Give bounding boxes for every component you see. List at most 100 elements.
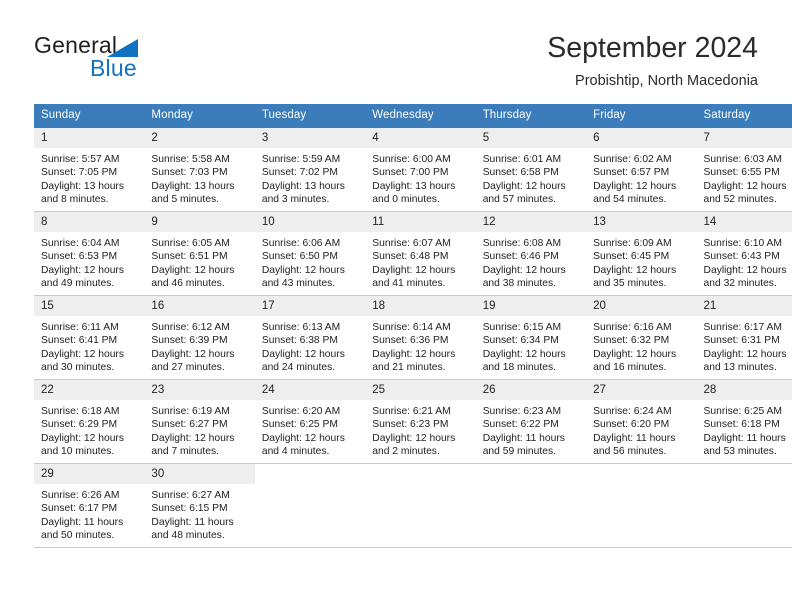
day-sunrise-text: Sunrise: 6:15 AM	[482, 322, 562, 333]
day-sunset-text: Sunset: 6:27 PM	[151, 419, 228, 431]
day-daylight-line1-text: Daylight: 12 hours	[593, 348, 677, 360]
day-details: Sunrise: 6:02 AM Sunset: 6:57 PM Daylight:…	[586, 148, 696, 207]
calendar-day-cell[interactable]: 4 Sunrise: 6:00 AM Sunset: 7:00 PM Daylight…	[365, 127, 476, 212]
day-daylight-line1-text: Daylight: 12 hours	[151, 432, 235, 444]
day-sunrise-text: Sunrise: 6:05 AM	[151, 238, 230, 249]
calendar-week-row: 15 Sunrise: 6:11 AM Sunset: 6:41 PM Dayligh…	[34, 295, 792, 380]
day-details: Sunrise: 6:14 AM Sunset: 6:36 PM Daylight:…	[365, 316, 475, 375]
calendar-day-cell[interactable]: 12 Sunrise: 6:08 AM Sunset: 6:46 PM Dayligh…	[475, 211, 587, 296]
day-sunset-text: Sunset: 6:50 PM	[261, 251, 338, 263]
day-daylight-line1-text: Daylight: 12 hours	[372, 432, 456, 444]
calendar-day-cell[interactable]: 9 Sunrise: 6:05 AM Sunset: 6:51 PM Daylight…	[144, 211, 255, 296]
day-sunrise-text: Sunrise: 6:10 AM	[703, 238, 782, 249]
day-daylight-line1-text: Daylight: 11 hours	[703, 432, 786, 444]
calendar-day-cell-empty	[475, 463, 587, 548]
day-sunrise-text: Sunrise: 5:58 AM	[151, 154, 230, 165]
calendar-page: General Blue September 2024 Probishtip, …	[0, 0, 792, 612]
day-sunrise-text: Sunrise: 6:03 AM	[703, 154, 782, 165]
calendar-day-cell[interactable]: 17 Sunrise: 6:13 AM Sunset: 6:38 PM Dayligh…	[254, 295, 366, 380]
day-number: 21	[696, 296, 792, 316]
day-details: Sunrise: 6:10 AM Sunset: 6:43 PM Daylight:…	[697, 232, 792, 291]
calendar-day-cell[interactable]: 14 Sunrise: 6:10 AM Sunset: 6:43 PM Dayligh…	[696, 211, 792, 296]
day-details: Sunrise: 6:01 AM Sunset: 6:58 PM Daylight:…	[476, 148, 586, 207]
day-number: 22	[34, 380, 145, 400]
calendar-day-cell[interactable]: 20 Sunrise: 6:16 AM Sunset: 6:32 PM Dayligh…	[586, 295, 697, 380]
day-sunset-text: Sunset: 6:45 PM	[593, 251, 670, 263]
calendar-day-cell[interactable]: 29 Sunrise: 6:26 AM Sunset: 6:17 PM Dayligh…	[34, 463, 145, 548]
day-sunset-text: Sunset: 6:23 PM	[372, 419, 449, 431]
calendar-day-cell[interactable]: 23 Sunrise: 6:19 AM Sunset: 6:27 PM Dayligh…	[144, 379, 255, 464]
day-daylight-line2-text: and 57 minutes.	[482, 194, 556, 206]
calendar-day-cell[interactable]: 3 Sunrise: 5:59 AM Sunset: 7:02 PM Daylight…	[254, 127, 366, 212]
day-details: Sunrise: 6:11 AM Sunset: 6:41 PM Daylight:…	[34, 316, 144, 375]
day-sunset-text: Sunset: 6:25 PM	[261, 419, 338, 431]
day-daylight-line2-text: and 4 minutes.	[261, 446, 330, 458]
calendar-day-cell[interactable]: 2 Sunrise: 5:58 AM Sunset: 7:03 PM Daylight…	[144, 127, 255, 212]
day-sunrise-text: Sunrise: 6:01 AM	[482, 154, 562, 165]
day-sunset-text: Sunset: 6:15 PM	[151, 503, 228, 515]
day-number: 24	[254, 380, 366, 400]
day-daylight-line1-text: Daylight: 12 hours	[261, 264, 345, 276]
calendar-day-cell[interactable]: 10 Sunrise: 6:06 AM Sunset: 6:50 PM Dayligh…	[254, 211, 366, 296]
calendar-day-cell[interactable]: 27 Sunrise: 6:24 AM Sunset: 6:20 PM Dayligh…	[586, 379, 697, 464]
general-blue-logo[interactable]: General Blue	[34, 32, 264, 88]
calendar-day-cell[interactable]: 18 Sunrise: 6:14 AM Sunset: 6:36 PM Dayligh…	[365, 295, 476, 380]
calendar-day-cell-empty	[586, 463, 697, 548]
day-number: 30	[144, 464, 255, 484]
day-sunrise-text: Sunrise: 6:25 AM	[703, 406, 782, 417]
day-daylight-line2-text: and 56 minutes.	[593, 446, 667, 458]
day-daylight-line1-text: Daylight: 12 hours	[41, 348, 124, 360]
day-sunset-text: Sunset: 6:57 PM	[593, 167, 670, 179]
day-details: Sunrise: 6:18 AM Sunset: 6:29 PM Daylight:…	[34, 400, 144, 459]
day-daylight-line2-text: and 13 minutes.	[703, 362, 777, 374]
day-daylight-line1-text: Daylight: 12 hours	[372, 264, 456, 276]
day-number: 16	[144, 296, 255, 316]
day-sunrise-text: Sunrise: 6:23 AM	[482, 406, 562, 417]
calendar-day-cell[interactable]: 1 Sunrise: 5:57 AM Sunset: 7:05 PM Daylight…	[34, 127, 145, 212]
day-daylight-line2-text: and 41 minutes.	[372, 278, 446, 290]
calendar-day-cell[interactable]: 15 Sunrise: 6:11 AM Sunset: 6:41 PM Dayligh…	[34, 295, 145, 380]
calendar-day-cell[interactable]: 24 Sunrise: 6:20 AM Sunset: 6:25 PM Dayligh…	[254, 379, 366, 464]
page-header: General Blue September 2024 Probishtip, …	[0, 0, 792, 100]
day-sunset-text: Sunset: 6:58 PM	[482, 167, 559, 179]
day-daylight-line2-text: and 54 minutes.	[593, 194, 667, 206]
day-number: 8	[34, 212, 145, 232]
day-sunrise-text: Sunrise: 6:17 AM	[703, 322, 782, 333]
day-daylight-line1-text: Daylight: 12 hours	[261, 348, 345, 360]
calendar-day-cell[interactable]: 7 Sunrise: 6:03 AM Sunset: 6:55 PM Daylight…	[696, 127, 792, 212]
calendar-day-cell[interactable]: 26 Sunrise: 6:23 AM Sunset: 6:22 PM Dayligh…	[475, 379, 587, 464]
day-number	[475, 464, 587, 484]
calendar-day-cell[interactable]: 21 Sunrise: 6:17 AM Sunset: 6:31 PM Dayligh…	[696, 295, 792, 380]
calendar-day-cell[interactable]: 5 Sunrise: 6:01 AM Sunset: 6:58 PM Daylight…	[475, 127, 587, 212]
day-daylight-line2-text: and 27 minutes.	[151, 362, 225, 374]
day-number: 7	[696, 128, 792, 148]
calendar-day-cell[interactable]: 8 Sunrise: 6:04 AM Sunset: 6:53 PM Daylight…	[34, 211, 145, 296]
day-daylight-line1-text: Daylight: 13 hours	[261, 180, 345, 192]
day-number	[696, 464, 792, 484]
calendar-day-cell[interactable]: 6 Sunrise: 6:02 AM Sunset: 6:57 PM Daylight…	[586, 127, 697, 212]
day-daylight-line1-text: Daylight: 13 hours	[151, 180, 235, 192]
day-daylight-line2-text: and 18 minutes.	[482, 362, 556, 374]
calendar-day-cell[interactable]: 11 Sunrise: 6:07 AM Sunset: 6:48 PM Dayligh…	[365, 211, 476, 296]
day-daylight-line2-text: and 10 minutes.	[41, 446, 115, 458]
weekday-header-friday: Friday	[586, 104, 697, 128]
day-daylight-line2-text: and 32 minutes.	[703, 278, 777, 290]
calendar-week-row: 1 Sunrise: 5:57 AM Sunset: 7:05 PM Daylight…	[34, 127, 792, 212]
calendar-day-cell[interactable]: 25 Sunrise: 6:21 AM Sunset: 6:23 PM Dayligh…	[365, 379, 476, 464]
day-sunrise-text: Sunrise: 6:02 AM	[593, 154, 672, 165]
calendar-day-cell[interactable]: 19 Sunrise: 6:15 AM Sunset: 6:34 PM Dayligh…	[475, 295, 587, 380]
calendar-day-cell[interactable]: 30 Sunrise: 6:27 AM Sunset: 6:15 PM Dayligh…	[144, 463, 255, 548]
logo-text-blue: Blue	[90, 55, 137, 81]
day-sunrise-text: Sunrise: 6:04 AM	[41, 238, 120, 249]
calendar-day-cell[interactable]: 28 Sunrise: 6:25 AM Sunset: 6:18 PM Dayligh…	[696, 379, 792, 464]
day-sunset-text: Sunset: 6:29 PM	[41, 419, 118, 431]
calendar-day-cell-empty	[365, 463, 476, 548]
calendar-day-cell[interactable]: 16 Sunrise: 6:12 AM Sunset: 6:39 PM Dayligh…	[144, 295, 255, 380]
day-sunset-text: Sunset: 6:39 PM	[151, 335, 228, 347]
calendar-day-cell[interactable]: 22 Sunrise: 6:18 AM Sunset: 6:29 PM Dayligh…	[34, 379, 145, 464]
calendar-body: 1 Sunrise: 5:57 AM Sunset: 7:05 PM Daylight…	[34, 127, 792, 548]
day-number: 29	[34, 464, 145, 484]
calendar-day-cell[interactable]: 13 Sunrise: 6:09 AM Sunset: 6:45 PM Dayligh…	[586, 211, 697, 296]
day-details: Sunrise: 6:08 AM Sunset: 6:46 PM Daylight:…	[476, 232, 586, 291]
day-details: Sunrise: 6:09 AM Sunset: 6:45 PM Daylight:…	[586, 232, 696, 291]
